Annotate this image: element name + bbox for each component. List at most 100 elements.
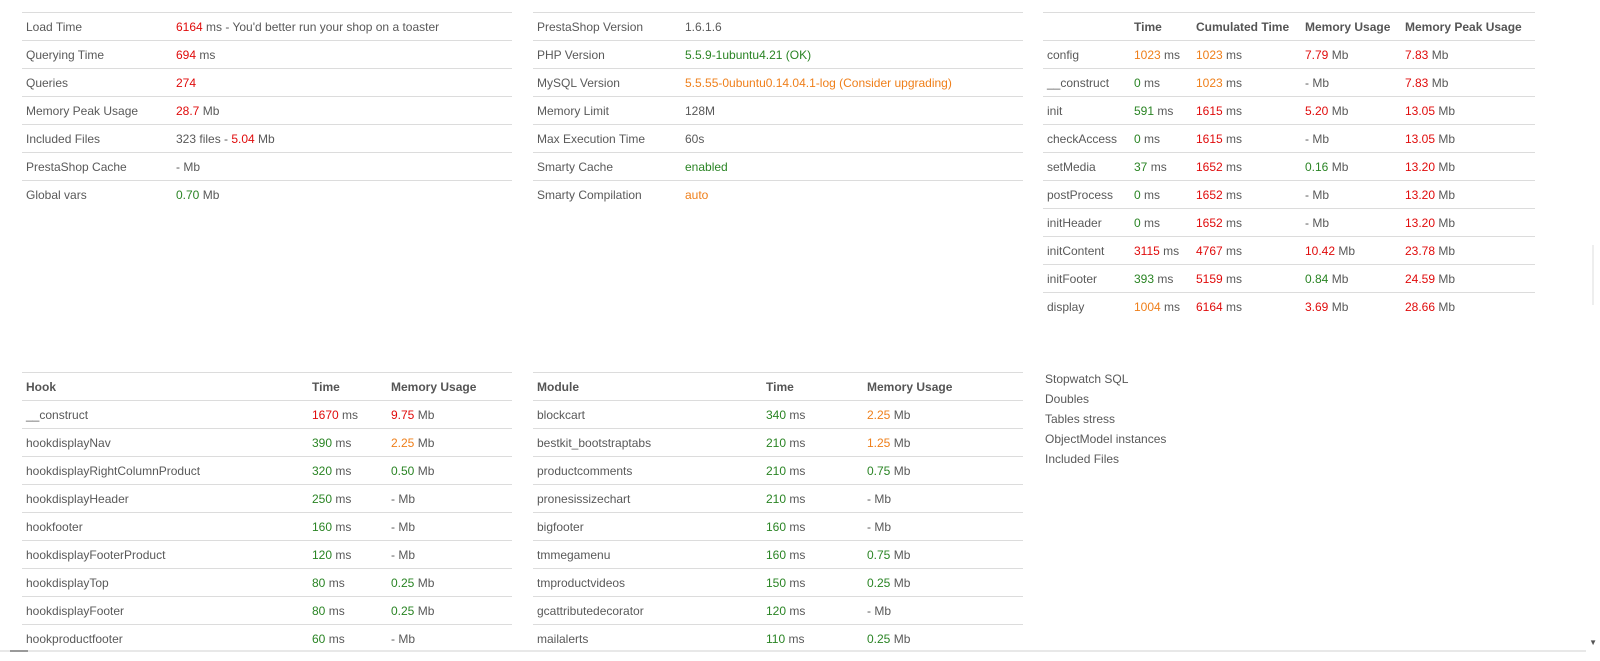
step-cumul-value: 4767 (1196, 243, 1223, 258)
hook-memory-value: 0.50 (391, 463, 415, 478)
step-peak-cell: 13.20 Mb (1401, 180, 1535, 209)
horizontal-scrollbar-thumb[interactable] (10, 650, 28, 652)
hook-time-cell: 160 ms (308, 512, 387, 541)
step-time-cell: 591 ms (1130, 96, 1192, 125)
unit-label: Mb (1328, 47, 1349, 62)
unit-label: Mb (1309, 215, 1330, 230)
unit-label: ms (1222, 159, 1243, 174)
module-name: productcomments (533, 456, 762, 485)
unit-label: Mb (890, 547, 911, 562)
config-value: 60s (681, 124, 1023, 153)
summary-value-cell: 694 ms (172, 40, 512, 69)
unit-label: ms (1140, 75, 1161, 90)
unit-label: ms (332, 491, 352, 506)
summary-value-cell: 28.7 Mb (172, 96, 512, 125)
step-name: config (1043, 40, 1130, 69)
hook-memory-cell: - Mb (387, 512, 512, 541)
module-memory-cell: 0.75 Mb (863, 456, 1023, 485)
hook-time-value: 80 (312, 575, 326, 590)
step-mem-cell: - Mb (1301, 180, 1401, 209)
hook-time-cell: 320 ms (308, 456, 387, 485)
step-peak-value: 23.78 (1405, 243, 1436, 258)
unit-label: ms (332, 435, 352, 450)
unit-label: ms (332, 547, 352, 562)
config-panel: PrestaShop Version 1.6.1.6 PHP Version 5.5.… (533, 12, 1023, 208)
hook-memory-value: 0.25 (391, 575, 415, 590)
config-row: Max Execution Time 60s (533, 124, 1023, 153)
step-time-cell: 0 ms (1130, 68, 1192, 97)
steps-row: display 1004 ms 6164 ms 3.69 Mb 28.66 Mb (1043, 292, 1535, 320)
hook-memory-cell: 9.75 Mb (387, 400, 512, 429)
unit-label: ms (786, 407, 806, 422)
unit-label: Mb (414, 575, 435, 590)
link-objectmodel-instances[interactable]: ObjectModel instances (1045, 429, 1166, 449)
vertical-scrollbar[interactable]: ▼ (1586, 0, 1600, 661)
module-memory-cell: 1.25 Mb (863, 428, 1023, 457)
step-mem-cell: 3.69 Mb (1301, 292, 1401, 320)
config-value: 5.5.9-1ubuntu4.21 (OK) (681, 40, 1023, 69)
summary-value: 28.7 (176, 103, 200, 118)
step-name: initContent (1043, 236, 1130, 265)
horizontal-scrollbar[interactable] (0, 650, 1586, 652)
step-time-cell: 0 ms (1130, 180, 1192, 209)
summary-row: Included Files 323 files - 5.04 Mb (22, 124, 512, 153)
module-time-value: 210 (766, 491, 787, 506)
steps-table: Time Cumulated Time Memory Usage Memory Pea… (1043, 12, 1535, 320)
scroll-down-arrow-icon[interactable]: ▼ (1589, 638, 1597, 647)
scrollbar-track-mark (1592, 245, 1594, 305)
module-memory-value: 1.25 (867, 435, 891, 450)
step-time-value: 0 (1134, 215, 1141, 230)
unit-label: ms (1160, 299, 1181, 314)
module-time-cell: 150 ms (762, 568, 863, 597)
hook-row: hookdisplayFooter 80 ms 0.25 Mb (22, 596, 512, 625)
unit-label: ms (786, 463, 806, 478)
unit-label: ms (1222, 75, 1243, 90)
unit-label: Mb (1328, 271, 1349, 286)
summary-value: 5.04 (231, 131, 255, 146)
hook-time-value: 80 (312, 603, 326, 618)
step-peak-cell: 13.20 Mb (1401, 152, 1535, 181)
unit-label: ms (1222, 131, 1243, 146)
debug-links: Stopwatch SQL Doubles Tables stress Obje… (1045, 369, 1166, 469)
unit-label: ms (1222, 47, 1243, 62)
summary-value: 0.70 (176, 187, 200, 202)
step-mem-cell: 7.79 Mb (1301, 40, 1401, 69)
module-row: bigfooter 160 ms - Mb (533, 512, 1023, 541)
step-cumul-cell: 4767 ms (1192, 236, 1301, 265)
module-row: mailalerts 110 ms 0.25 Mb (533, 624, 1023, 652)
unit-label: Mb (395, 491, 416, 506)
hook-row: hookdisplayRightColumnProduct 320 ms 0.50 … (22, 456, 512, 485)
link-doubles[interactable]: Doubles (1045, 389, 1166, 409)
config-table: PrestaShop Version 1.6.1.6 PHP Version 5.5.… (533, 12, 1023, 208)
module-time-value: 110 (766, 631, 786, 646)
summary-label: PrestaShop Cache (22, 152, 172, 181)
link-included-files[interactable]: Included Files (1045, 449, 1166, 469)
unit-label: ms (786, 491, 806, 506)
hook-time-cell: 1670 ms (308, 400, 387, 429)
steps-row: __construct 0 ms 1023 ms - Mb 7.83 Mb (1043, 68, 1535, 97)
unit-label: ms (325, 603, 345, 618)
config-value: 128M (681, 96, 1023, 125)
summary-suffix: Mb (254, 131, 275, 146)
hook-time-value: 250 (312, 491, 333, 506)
link-tables-stress[interactable]: Tables stress (1045, 409, 1166, 429)
step-peak-value: 13.05 (1405, 131, 1436, 146)
hook-name: hookdisplayNav (22, 428, 308, 457)
config-row: MySQL Version 5.5.55-0ubuntu0.14.04.1-log… (533, 68, 1023, 97)
unit-label: ms (786, 575, 806, 590)
unit-label: ms (332, 463, 352, 478)
module-name: tmmegamenu (533, 540, 762, 569)
step-peak-value: 7.83 (1405, 47, 1429, 62)
step-time-cell: 3115 ms (1130, 236, 1192, 265)
step-name: __construct (1043, 68, 1130, 97)
link-stopwatch-sql[interactable]: Stopwatch SQL (1045, 369, 1166, 389)
unit-label: Mb (890, 575, 911, 590)
unit-label: ms (1140, 131, 1161, 146)
unit-label: ms (786, 519, 806, 534)
summary-suffix: ms (196, 47, 216, 62)
unit-label: Mb (1435, 103, 1456, 118)
config-label: PHP Version (533, 40, 681, 69)
module-memory-cell: 0.25 Mb (863, 624, 1023, 652)
hook-row: hookdisplayTop 80 ms 0.25 Mb (22, 568, 512, 597)
hook-memory-cell: - Mb (387, 484, 512, 513)
